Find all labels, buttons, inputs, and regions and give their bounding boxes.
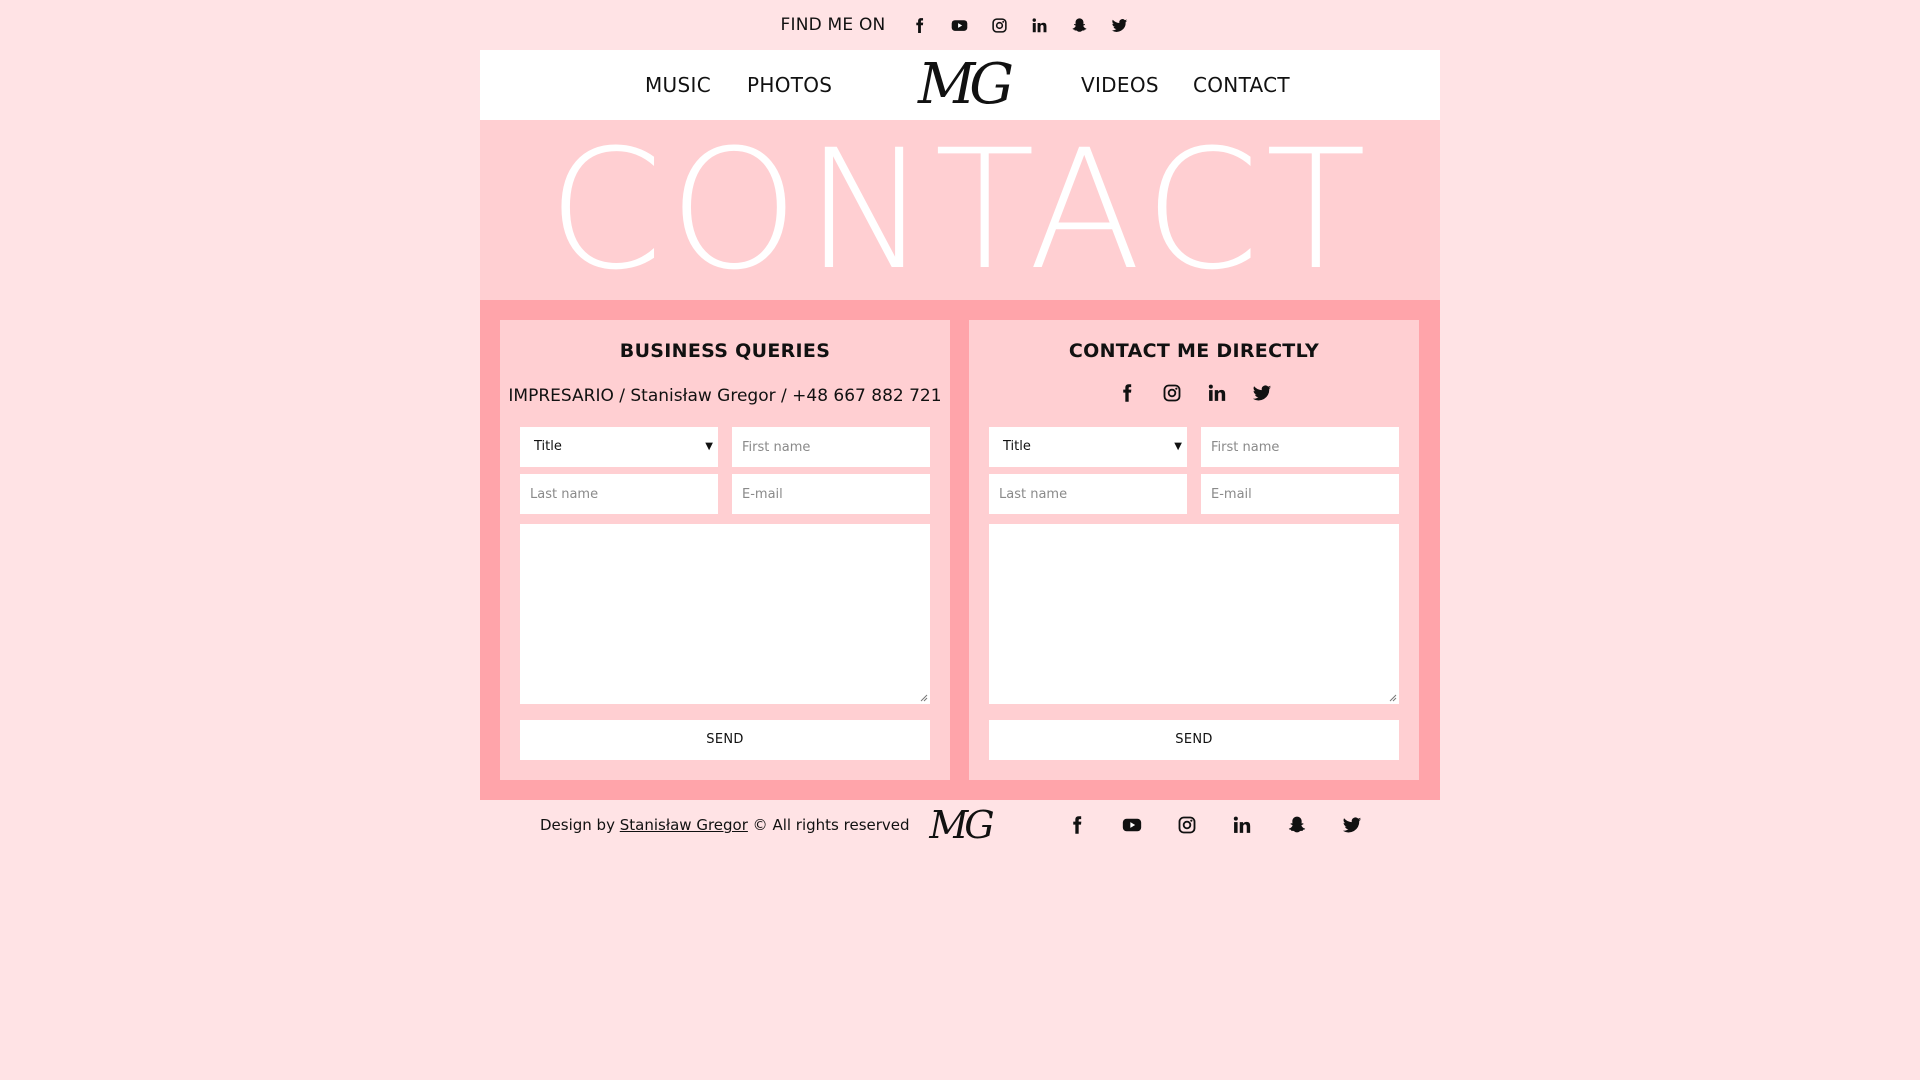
direct-title-select-value: Title [1003, 439, 1031, 454]
youtube-icon[interactable] [939, 13, 979, 37]
direct-last-name-input[interactable] [989, 474, 1187, 514]
nav-contact[interactable]: CONTACT [1193, 50, 1290, 120]
nav-music[interactable]: MUSIC [645, 50, 711, 120]
impresario-info: IMPRESARIO / Stanisław Gregor / +48 667 … [508, 386, 942, 406]
direct-message-textarea[interactable] [989, 524, 1399, 704]
linkedin-icon[interactable] [1206, 380, 1228, 406]
footer-rights: © All rights reserved [752, 816, 910, 834]
resize-grip-icon[interactable] [1389, 694, 1397, 702]
direct-socials [969, 380, 1419, 406]
main-nav: MUSIC PHOTOS MG VIDEOS CONTACT [480, 50, 1440, 120]
twitter-icon[interactable] [1251, 380, 1273, 406]
business-first-name-input[interactable] [732, 427, 930, 467]
business-last-name-input[interactable] [520, 474, 718, 514]
instagram-icon[interactable] [1175, 814, 1198, 837]
youtube-icon[interactable] [1120, 814, 1143, 837]
footer-credit: Design by Stanisław Gregor © All rights … [540, 800, 910, 850]
nav-videos[interactable]: VIDEOS [1081, 50, 1159, 120]
nav-photos[interactable]: PHOTOS [747, 50, 832, 120]
footer-logo[interactable]: MG [915, 800, 1005, 850]
contact-directly-heading: CONTACT ME DIRECTLY [1068, 340, 1320, 362]
business-title-select[interactable]: Title ▼ [520, 427, 718, 467]
contact-forms-panel: BUSINESS QUERIES IMPRESARIO / Stanisław … [480, 300, 1440, 800]
direct-title-select[interactable]: Title ▼ [989, 427, 1187, 467]
twitter-icon[interactable] [1099, 13, 1139, 37]
footer: Design by Stanisław Gregor © All rights … [480, 800, 1440, 860]
twitter-icon[interactable] [1340, 814, 1363, 837]
business-title-select-value: Title [534, 439, 562, 454]
business-queries-card: BUSINESS QUERIES IMPRESARIO / Stanisław … [500, 320, 950, 780]
top-social-bar: FIND ME ON [0, 0, 1920, 50]
footer-design-prefix: Design by [540, 816, 615, 834]
facebook-icon[interactable] [1116, 380, 1138, 406]
hero-title: CONTACT [547, 120, 1373, 300]
snapchat-icon[interactable] [1285, 814, 1308, 837]
find-me-label: FIND ME ON [780, 15, 886, 35]
direct-send-button[interactable]: SEND [989, 720, 1399, 760]
site-logo[interactable]: MG [893, 50, 1033, 120]
direct-first-name-input[interactable] [1201, 427, 1399, 467]
instagram-icon[interactable] [1161, 380, 1183, 406]
facebook-icon[interactable] [1065, 814, 1088, 837]
chevron-down-icon: ▼ [705, 441, 713, 452]
business-send-button[interactable]: SEND [520, 720, 930, 760]
footer-socials [1065, 800, 1363, 850]
linkedin-icon[interactable] [1019, 13, 1059, 37]
business-message-textarea[interactable] [520, 524, 930, 704]
snapchat-icon[interactable] [1059, 13, 1099, 37]
contact-directly-card: CONTACT ME DIRECTLY Title ▼ SEND [969, 320, 1419, 780]
business-email-input[interactable] [732, 474, 930, 514]
facebook-icon[interactable] [899, 13, 939, 37]
linkedin-icon[interactable] [1230, 814, 1253, 837]
hero-banner: CONTACT [480, 120, 1440, 300]
direct-email-input[interactable] [1201, 474, 1399, 514]
footer-designer-link[interactable]: Stanisław Gregor [620, 816, 748, 834]
instagram-icon[interactable] [979, 13, 1019, 37]
chevron-down-icon: ▼ [1174, 441, 1182, 452]
resize-grip-icon[interactable] [920, 694, 928, 702]
business-queries-heading: BUSINESS QUERIES [619, 340, 831, 362]
